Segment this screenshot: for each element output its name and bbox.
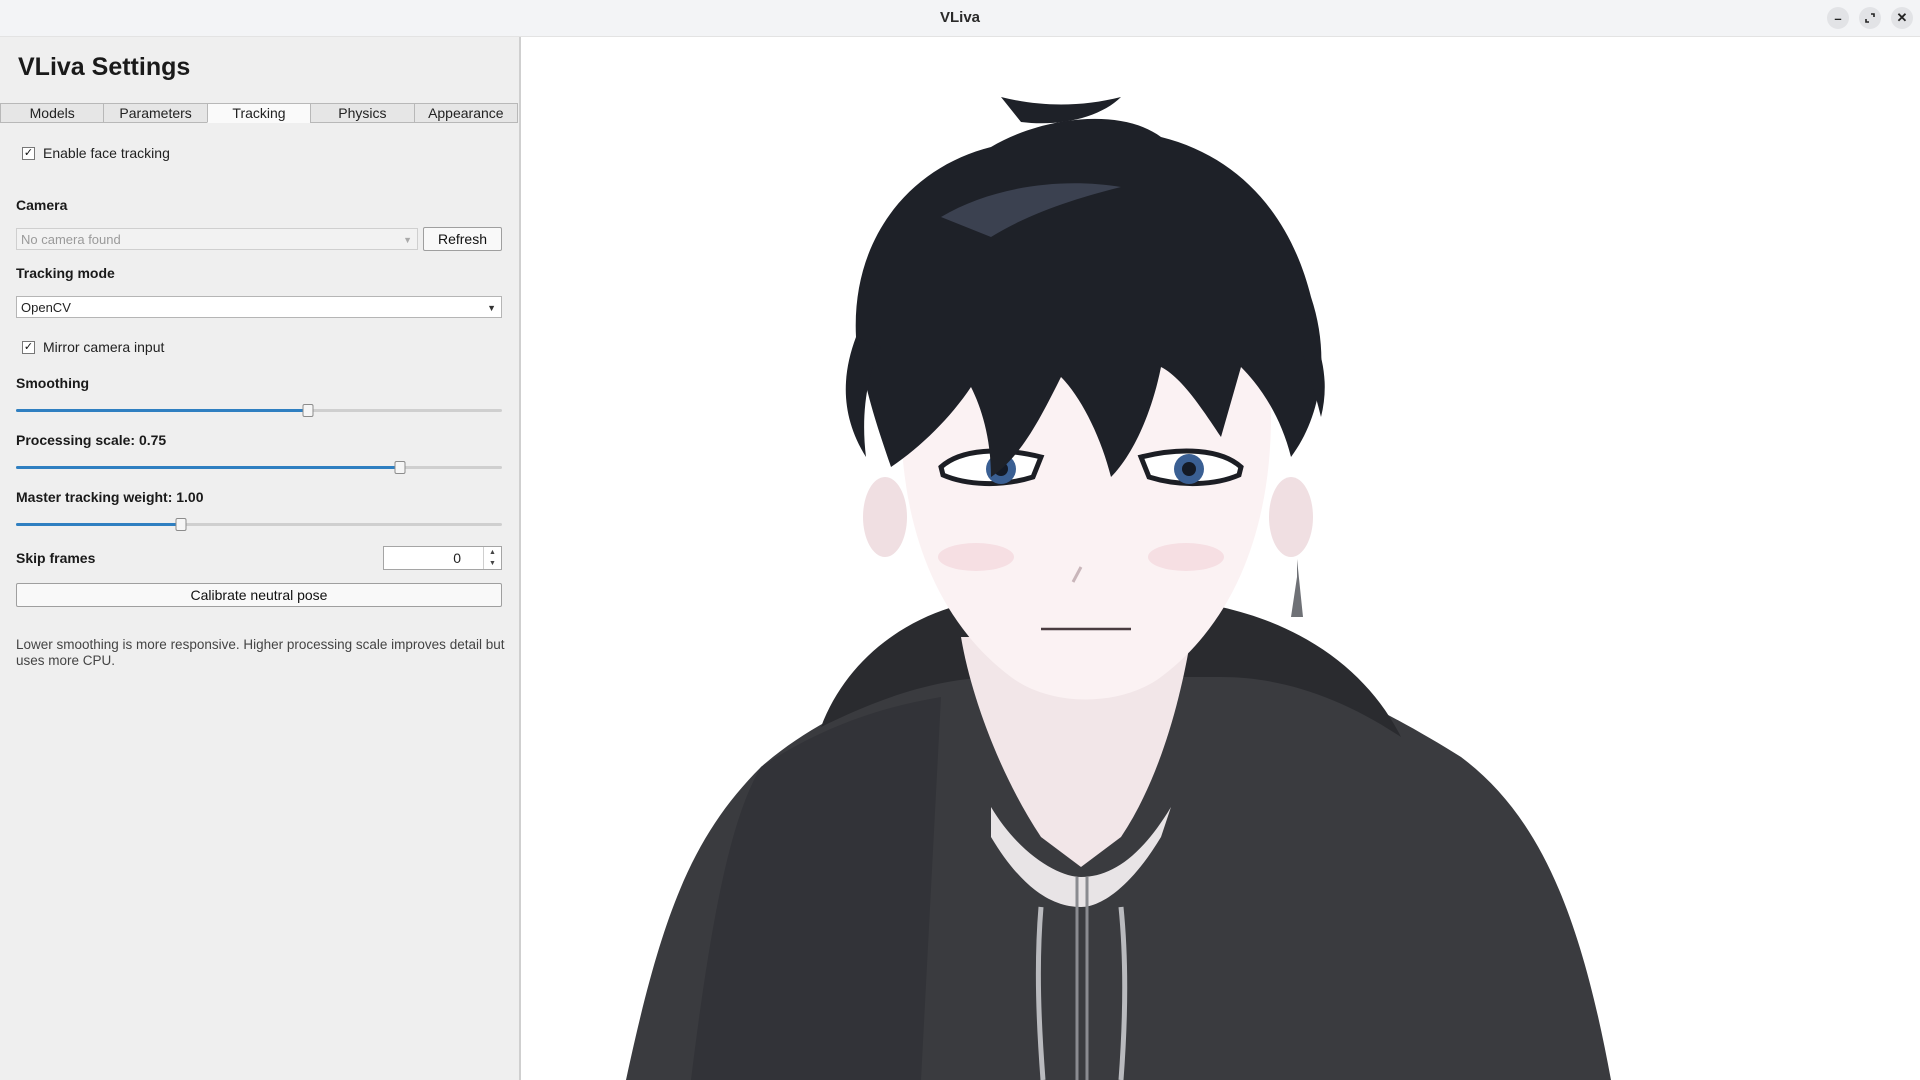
mirror-camera-checkbox[interactable]: ✓ — [22, 340, 35, 354]
close-icon: ✕ — [1896, 10, 1908, 25]
enable-face-tracking-row[interactable]: ✓ Enable face tracking — [22, 145, 170, 161]
skip-frames-value: 0 — [453, 550, 461, 566]
camera-select[interactable]: No camera found ▼ — [16, 228, 418, 250]
settings-panel: VLiva Settings Models Parameters Trackin… — [0, 37, 521, 1080]
tab-tracking[interactable]: Tracking — [206, 103, 312, 123]
chevron-up-icon[interactable]: ▲ — [484, 547, 501, 558]
avatar-viewport[interactable] — [521, 37, 1920, 1080]
maximize-button[interactable] — [1859, 7, 1881, 29]
smoothing-slider[interactable] — [16, 404, 502, 418]
slider-fill — [16, 409, 308, 412]
window-title: VLiva — [939, 9, 981, 26]
tab-bar: Models Parameters Tracking Physics Appea… — [0, 103, 519, 123]
refresh-button[interactable]: Refresh — [423, 227, 502, 251]
camera-label: Camera — [16, 197, 68, 213]
calibrate-button[interactable]: Calibrate neutral pose — [16, 583, 502, 607]
tab-models[interactable]: Models — [0, 103, 105, 123]
tracking-mode-select[interactable]: OpenCV ▼ — [16, 296, 502, 318]
mirror-camera-row[interactable]: ✓ Mirror camera input — [22, 339, 164, 355]
avatar-image — [626, 97, 1611, 1080]
chevron-down-icon[interactable]: ▼ — [484, 558, 501, 569]
minimize-icon: – — [1834, 10, 1842, 26]
title-bar: VLiva – ✕ — [0, 0, 1920, 37]
maximize-icon — [1865, 13, 1875, 23]
tracking-mode-value: OpenCV — [21, 300, 71, 315]
slider-fill — [16, 466, 400, 469]
processing-scale-label: Processing scale: 0.75 — [16, 432, 167, 448]
close-button[interactable]: ✕ — [1891, 7, 1913, 29]
panel-title: VLiva Settings — [18, 53, 191, 81]
slider-handle[interactable] — [175, 518, 187, 531]
help-text: Lower smoothing is more responsive. High… — [16, 637, 505, 668]
chevron-down-icon: ▼ — [403, 235, 412, 245]
mirror-camera-label: Mirror camera input — [43, 339, 165, 355]
slider-handle[interactable] — [302, 404, 314, 417]
slider-fill — [16, 523, 182, 526]
smoothing-label: Smoothing — [16, 375, 90, 391]
enable-face-tracking-label: Enable face tracking — [43, 145, 170, 161]
camera-select-value: No camera found — [21, 232, 121, 247]
slider-handle[interactable] — [394, 461, 406, 474]
skip-frames-spinbox[interactable]: 0 ▲ ▼ — [383, 546, 502, 570]
master-weight-slider[interactable] — [16, 518, 502, 532]
master-weight-label: Master tracking weight: 1.00 — [16, 489, 204, 505]
chevron-down-icon: ▼ — [487, 303, 496, 313]
tracking-mode-label: Tracking mode — [16, 265, 115, 281]
tab-appearance[interactable]: Appearance — [413, 103, 519, 123]
skip-frames-label: Skip frames — [16, 550, 96, 566]
processing-scale-slider[interactable] — [16, 461, 502, 475]
tab-physics[interactable]: Physics — [310, 103, 415, 123]
tab-parameters[interactable]: Parameters — [103, 103, 208, 123]
enable-face-tracking-checkbox[interactable]: ✓ — [22, 146, 35, 160]
minimize-button[interactable]: – — [1827, 7, 1849, 29]
spin-arrows[interactable]: ▲ ▼ — [483, 547, 501, 569]
